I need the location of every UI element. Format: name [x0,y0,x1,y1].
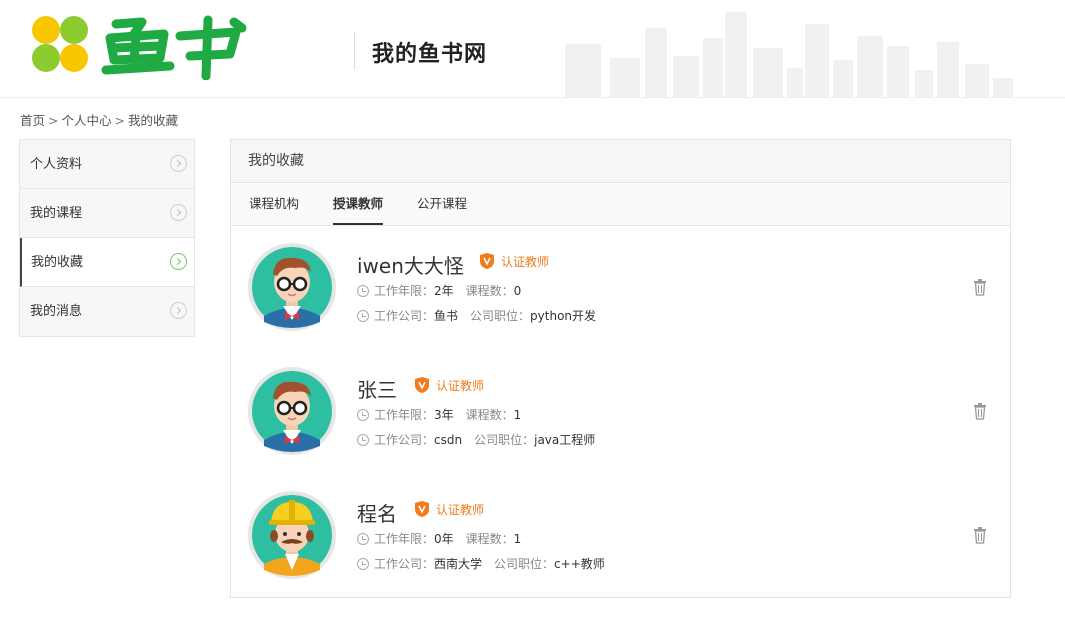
shield-badge-icon [415,377,429,393]
header-divider [354,32,355,70]
city-skyline-decoration [565,12,1013,97]
teacher-card: 程名 认证教师 工作年限： 0年 课程数： 1 工作公司： 西南大学 公司职位：… [231,490,1010,600]
fish-book-logo[interactable] [30,14,260,80]
work-years-label: 工作年限： [374,284,435,298]
position-label: 公司职位： [470,309,531,323]
course-count-value: 1 [513,531,522,546]
sidebar-item-label: 个人资料 [30,157,83,172]
position-value: c++教师 [554,557,605,571]
teacher-card: iwen大大怪 认证教师 工作年限： 2年 课程数： 0 工作公司： 鱼书 公司… [231,242,1010,352]
company-value: 西南大学 [434,557,483,571]
clock-icon [357,309,369,322]
teacher-name[interactable]: iwen大大怪 [357,250,464,279]
work-years-label: 工作年限： [374,532,435,546]
course-count-label: 课程数： [465,532,514,546]
work-years-value: 2年 [434,284,454,298]
certified-badge: 认证教师 [414,500,484,518]
company-label: 工作公司： [374,309,435,323]
favorites-panel: 我的收藏 课程机构 授课教师 公开课程 iwen大大怪 认证教师 工作年限： 2… [230,139,1011,598]
sidebar-item-my-courses[interactable]: 我的课程 [20,189,194,238]
course-count-value: 0 [513,283,522,298]
company-label: 工作公司： [374,557,435,571]
certified-badge: 认证教师 [414,376,484,394]
sidebar-item-label: 我的消息 [30,304,83,319]
certified-label: 认证教师 [436,502,485,517]
sidebar-item-profile[interactable]: 个人资料 [20,140,194,189]
user-sidebar: 个人资料 我的课程 我的收藏 我的消息 [19,139,195,337]
nerd-avatar-icon[interactable] [247,366,337,456]
site-header: 我的鱼书网 [0,0,1065,98]
company-value: csdn [434,432,463,447]
work-years-value: 3年 [434,408,454,422]
shield-badge-icon [480,253,494,269]
clock-icon [357,284,369,297]
breadcrumb-separator: > [114,113,125,128]
clock-icon [357,433,369,446]
worker-avatar-icon[interactable] [247,490,337,580]
teacher-card: 张三 认证教师 工作年限： 3年 课程数： 1 工作公司： csdn 公司职位：… [231,366,1010,476]
teacher-company: 工作公司： 西南大学 公司职位： c++教师 [357,555,617,572]
nerd-avatar-icon[interactable] [247,242,337,332]
trash-icon[interactable] [973,278,987,296]
chevron-right-icon [170,204,187,221]
teacher-name[interactable]: 程名 [357,498,397,527]
chevron-right-icon [170,302,187,319]
trash-icon[interactable] [973,402,987,420]
work-years-value: 0年 [434,532,454,546]
certified-label: 认证教师 [436,378,485,393]
sidebar-item-my-messages[interactable]: 我的消息 [20,287,194,336]
panel-title: 我的收藏 [231,140,1010,183]
breadcrumb-user-center-link[interactable]: 个人中心 [62,113,112,128]
sidebar-item-my-favorites[interactable]: 我的收藏 [20,238,194,287]
teacher-stats: 工作年限： 0年 课程数： 1 [357,530,533,547]
sidebar-item-label: 我的课程 [30,206,83,221]
clock-icon [357,408,369,421]
certified-badge: 认证教师 [479,252,549,270]
teacher-stats: 工作年限： 2年 课程数： 0 [357,282,533,299]
course-count-label: 课程数： [465,408,514,422]
breadcrumb: 首页 > 个人中心 > 我的收藏 [20,110,178,129]
breadcrumb-current: 我的收藏 [128,113,179,128]
teacher-company: 工作公司： 鱼书 公司职位： python开发 [357,307,608,324]
teacher-company: 工作公司： csdn 公司职位： java工程师 [357,431,607,448]
sidebar-item-label: 我的收藏 [31,255,84,270]
course-count-value: 1 [513,407,522,422]
position-value: python开发 [530,309,597,323]
tab-institutions[interactable]: 课程机构 [249,183,299,225]
breadcrumb-home-link[interactable]: 首页 [20,113,45,128]
clock-icon [357,532,369,545]
teacher-stats: 工作年限： 3年 课程数： 1 [357,406,533,423]
company-value: 鱼书 [434,309,459,323]
clock-icon [357,557,369,570]
breadcrumb-separator: > [48,113,59,128]
chevron-right-icon [170,155,187,172]
tab-open-courses[interactable]: 公开课程 [417,183,467,225]
position-label: 公司职位： [494,557,555,571]
trash-icon[interactable] [973,526,987,544]
company-label: 工作公司： [374,433,435,447]
site-title: 我的鱼书网 [372,42,488,67]
position-value: java工程师 [534,433,596,447]
shield-badge-icon [415,501,429,517]
chevron-right-icon [170,253,187,270]
certified-label: 认证教师 [501,254,550,269]
work-years-label: 工作年限： [374,408,435,422]
course-count-label: 课程数： [465,284,514,298]
teacher-name[interactable]: 张三 [357,374,397,403]
position-label: 公司职位： [474,433,535,447]
tab-teachers[interactable]: 授课教师 [333,183,384,225]
favorites-tabs: 课程机构 授课教师 公开课程 [231,183,1010,226]
